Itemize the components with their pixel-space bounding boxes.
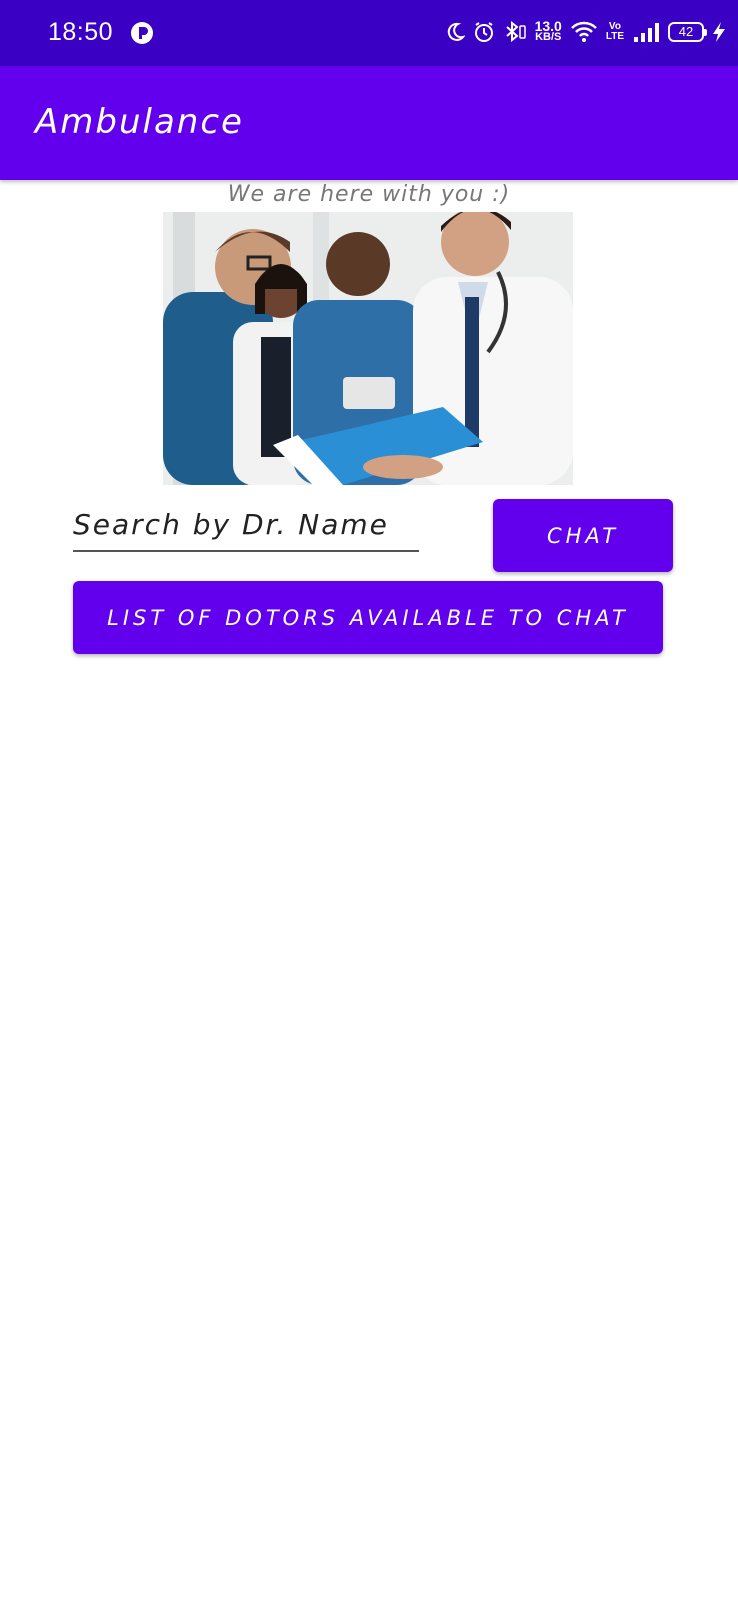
list-available-doctors-button[interactable]: LIST OF DOTORS AVAILABLE TO CHAT [73,581,663,654]
notification-app-icon [130,21,154,45]
status-icons: 13.0 KB/S Vo LTE 42 [445,14,726,50]
app-title: Ambulance [35,102,244,142]
moon-icon [445,22,465,42]
alarm-icon [473,21,495,43]
doctor-search-input[interactable] [73,504,419,552]
wifi-icon [570,21,598,43]
volte-indicator: Vo LTE [605,21,624,42]
doctors-hero-image [163,212,573,485]
chat-button[interactable]: CHAT [493,499,673,572]
tagline: We are here with you :) [227,182,511,207]
signal-icon [632,21,660,43]
battery-indicator: 42 [668,22,707,42]
status-time: 18:50 [48,18,114,46]
network-speed: 13.0 KB/S [534,18,562,43]
charging-icon [712,21,726,43]
status-bar: 18:50 13.0 KB/S Vo LTE 42 [0,0,738,66]
app-bar: Ambulance [0,66,738,180]
bluetooth-icon [503,21,527,43]
